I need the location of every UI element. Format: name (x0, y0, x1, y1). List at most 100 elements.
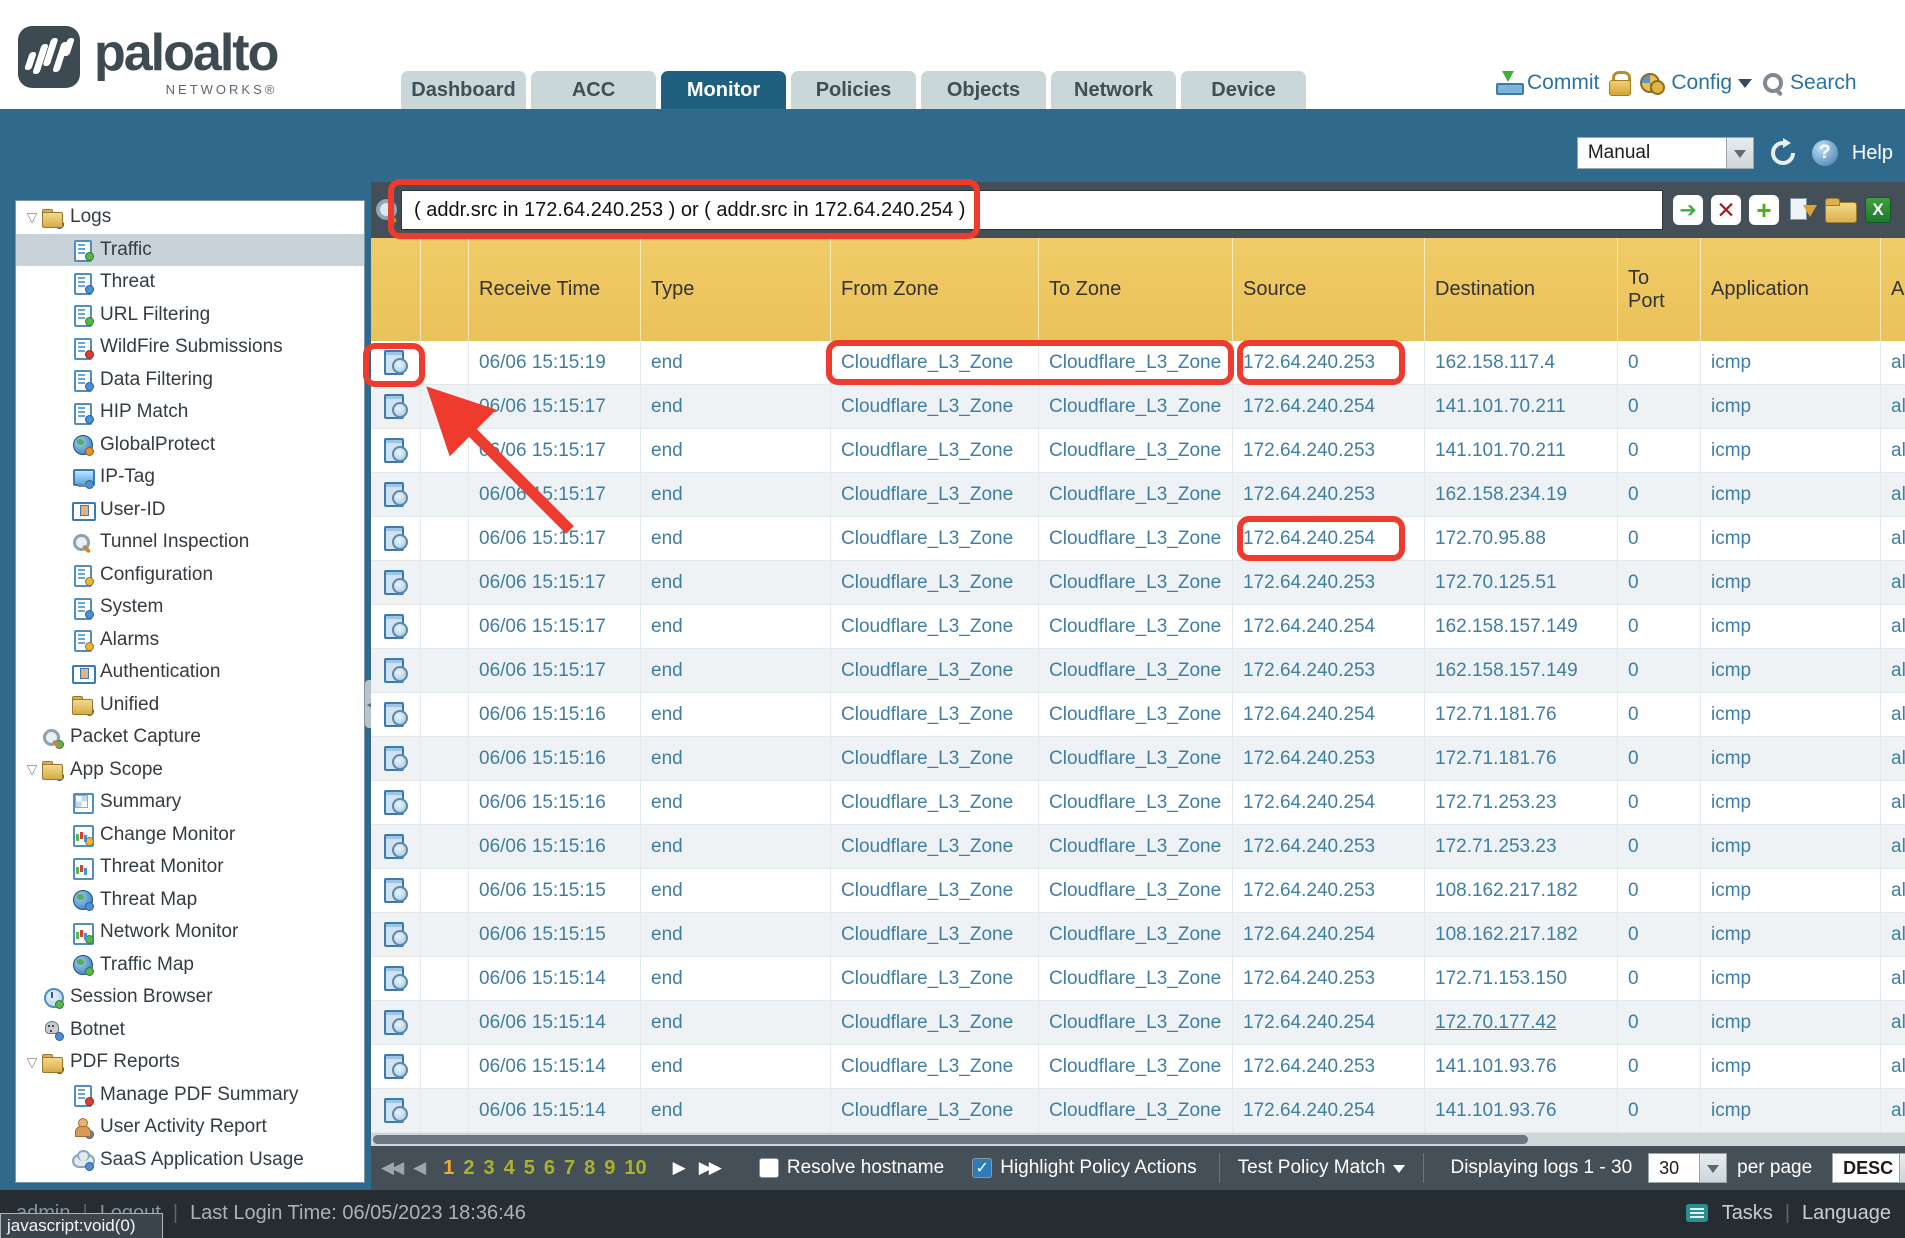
sidebar-item-traffic-map[interactable]: Traffic Map (16, 949, 364, 982)
last-page-icon[interactable]: ▶▶ (699, 1158, 719, 1178)
sort-order-caret-icon[interactable] (1900, 1153, 1905, 1183)
tree-expander-icon[interactable]: ▽ (22, 209, 42, 226)
scrollbar-thumb[interactable] (373, 1135, 1528, 1144)
cell-application[interactable]: icmp (1700, 473, 1880, 516)
cell-application[interactable]: icmp (1700, 737, 1880, 780)
cell-to-zone[interactable]: Cloudflare_L3_Zone (1038, 693, 1232, 736)
sidebar-item-logs[interactable]: ▽Logs (16, 201, 364, 234)
sidebar-item-change-monitor[interactable]: Change Monitor (16, 819, 364, 852)
cell-type[interactable]: end (640, 1001, 830, 1044)
cell-type[interactable]: end (640, 649, 830, 692)
cell-application[interactable]: icmp (1700, 341, 1880, 384)
cell-to-port[interactable]: 0 (1617, 605, 1700, 648)
language-button[interactable]: Language (1802, 1202, 1891, 1225)
log-detail-icon[interactable] (384, 702, 408, 728)
cell-from-zone[interactable]: Cloudflare_L3_Zone (830, 561, 1038, 604)
cell-action[interactable]: allow (1880, 473, 1905, 516)
log-filter-input[interactable] (401, 190, 1663, 230)
sidebar-item-system[interactable]: System (16, 591, 364, 624)
log-detail-icon[interactable] (384, 966, 408, 992)
cell-action[interactable]: allow (1880, 693, 1905, 736)
cell-action[interactable]: allow (1880, 429, 1905, 472)
sidebar-item-user-id[interactable]: User-ID (16, 494, 364, 527)
per-page-caret-icon[interactable] (1700, 1153, 1727, 1183)
column-header-source[interactable]: Source (1232, 238, 1424, 341)
cell-application[interactable]: icmp (1700, 869, 1880, 912)
cell-to-port[interactable]: 0 (1617, 693, 1700, 736)
cell-type[interactable]: end (640, 1089, 830, 1132)
page-number-6[interactable]: 6 (544, 1157, 555, 1180)
refresh-icon[interactable] (1768, 138, 1798, 168)
cell-application[interactable]: icmp (1700, 1089, 1880, 1132)
cell-to-zone[interactable]: Cloudflare_L3_Zone (1038, 649, 1232, 692)
search-button[interactable]: Search (1762, 71, 1857, 95)
log-detail-icon[interactable] (384, 1054, 408, 1080)
cell-from-zone[interactable]: Cloudflare_L3_Zone (830, 429, 1038, 472)
column-header-receive-time[interactable]: Receive Time (468, 238, 640, 341)
sidebar-item-url-filtering[interactable]: URL Filtering (16, 299, 364, 332)
cell-destination[interactable]: 162.158.157.149 (1424, 605, 1617, 648)
cell-type[interactable]: end (640, 737, 830, 780)
cell-action[interactable]: allow (1880, 957, 1905, 1000)
tab-policies[interactable]: Policies (791, 71, 916, 109)
cell-to-zone[interactable]: Cloudflare_L3_Zone (1038, 473, 1232, 516)
cell-from-zone[interactable]: Cloudflare_L3_Zone (830, 517, 1038, 560)
cell-destination[interactable]: 162.158.117.4 (1424, 341, 1617, 384)
cell-application[interactable]: icmp (1700, 561, 1880, 604)
cell-to-zone[interactable]: Cloudflare_L3_Zone (1038, 385, 1232, 428)
log-detail-icon[interactable] (384, 482, 408, 508)
next-page-icon[interactable]: ▶ (673, 1158, 683, 1178)
cell-source[interactable]: 172.64.240.254 (1232, 1001, 1424, 1044)
cell-to-port[interactable]: 0 (1617, 825, 1700, 868)
cell-application[interactable]: icmp (1700, 605, 1880, 648)
sort-order-select[interactable]: DESC (1832, 1153, 1905, 1183)
cell-source[interactable]: 172.64.240.253 (1232, 737, 1424, 780)
sidebar-item-packet-capture[interactable]: Packet Capture (16, 721, 364, 754)
column-header-from-zone[interactable]: From Zone (830, 238, 1038, 341)
column-header-action[interactable]: Action (1880, 238, 1905, 341)
cell-source[interactable]: 172.64.240.254 (1232, 781, 1424, 824)
cell-from-zone[interactable]: Cloudflare_L3_Zone (830, 957, 1038, 1000)
cell-source[interactable]: 172.64.240.254 (1232, 605, 1424, 648)
sidebar-item-threat[interactable]: Threat (16, 266, 364, 299)
cell-from-zone[interactable]: Cloudflare_L3_Zone (830, 825, 1038, 868)
tab-acc[interactable]: ACC (531, 71, 656, 109)
cell-action[interactable]: allow (1880, 605, 1905, 648)
cell-action[interactable]: allow (1880, 869, 1905, 912)
cell-receive-time[interactable]: 06/06 15:15:14 (468, 957, 640, 1000)
refresh-mode-caret-icon[interactable] (1727, 137, 1754, 169)
cell-destination[interactable]: 172.71.253.23 (1424, 781, 1617, 824)
cell-type[interactable]: end (640, 429, 830, 472)
cell-destination[interactable]: 141.101.93.76 (1424, 1045, 1617, 1088)
cell-destination[interactable]: 162.158.234.19 (1424, 473, 1617, 516)
sidebar-item-hip-match[interactable]: HIP Match (16, 396, 364, 429)
log-detail-icon[interactable] (384, 394, 408, 420)
cell-action[interactable]: allow (1880, 1089, 1905, 1132)
tab-objects[interactable]: Objects (921, 71, 1046, 109)
first-page-icon[interactable]: ◀◀ (381, 1158, 401, 1178)
cell-application[interactable]: icmp (1700, 781, 1880, 824)
log-detail-icon[interactable] (384, 834, 408, 860)
resolve-hostname-checkbox[interactable] (759, 1158, 779, 1178)
page-number-3[interactable]: 3 (483, 1157, 494, 1180)
cell-receive-time[interactable]: 06/06 15:15:16 (468, 693, 640, 736)
help-icon[interactable]: ? (1812, 140, 1838, 166)
cell-to-zone[interactable]: Cloudflare_L3_Zone (1038, 429, 1232, 472)
cell-receive-time[interactable]: 06/06 15:15:17 (468, 649, 640, 692)
cell-type[interactable]: end (640, 517, 830, 560)
cell-source[interactable]: 172.64.240.253 (1232, 561, 1424, 604)
sidebar-item-summary[interactable]: Summary (16, 786, 364, 819)
cell-to-zone[interactable]: Cloudflare_L3_Zone (1038, 561, 1232, 604)
commit-button[interactable]: Commit (1495, 71, 1599, 95)
sidebar-item-saas-application-usage[interactable]: SaaS Application Usage (16, 1144, 364, 1177)
cell-type[interactable]: end (640, 385, 830, 428)
cell-action[interactable]: allow (1880, 913, 1905, 956)
cell-type[interactable]: end (640, 957, 830, 1000)
column-header-type[interactable]: Type (640, 238, 830, 341)
cell-to-zone[interactable]: Cloudflare_L3_Zone (1038, 605, 1232, 648)
sidebar-item-botnet[interactable]: Botnet (16, 1014, 364, 1047)
log-detail-icon[interactable] (384, 658, 408, 684)
cell-receive-time[interactable]: 06/06 15:15:16 (468, 737, 640, 780)
lock-icon[interactable] (1609, 71, 1629, 95)
column-header-destination[interactable]: Destination (1424, 238, 1617, 341)
